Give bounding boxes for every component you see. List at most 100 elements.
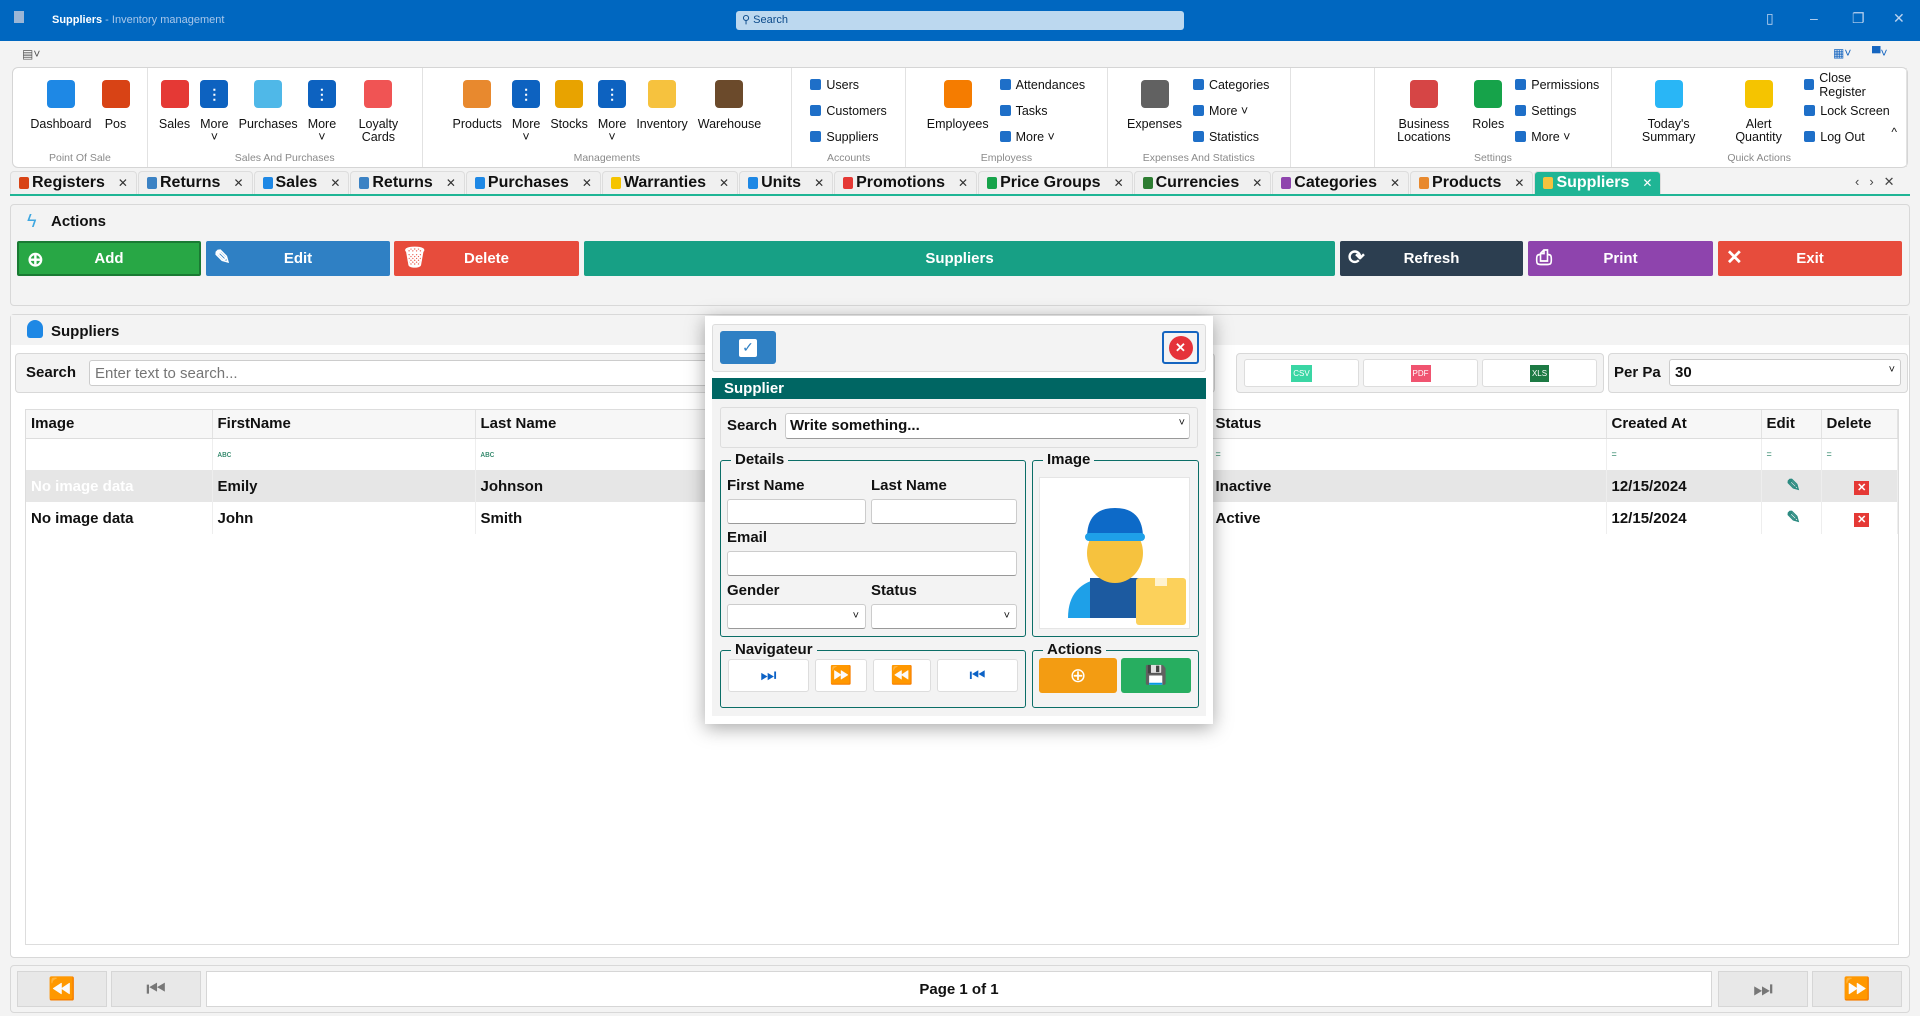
per-page-select[interactable]: 30 ˅ [1669,359,1901,386]
first-record-button[interactable]: ⏮ [937,659,1018,692]
next-page-button[interactable]: ⏭ [1718,971,1808,1007]
ribbon-users-button[interactable]: Users [810,76,886,93]
edit-button[interactable]: ✎ Edit [206,241,390,276]
tab-suppliers[interactable]: Suppliers ✕ [1534,171,1662,194]
tab-promotions[interactable]: Promotions ✕ [834,171,978,194]
confirm-button[interactable]: ✓ [720,331,776,364]
filter-cell[interactable]: = [1821,438,1898,470]
ribbon-stocks-button[interactable]: Stocks [550,76,588,131]
ribbon-customers-button[interactable]: Customers [810,102,887,119]
tab-close-icon[interactable]: ✕ [1642,176,1652,190]
filter-cell[interactable]: ᴀʙc [212,438,476,470]
minimize-button[interactable]: – [1810,10,1818,26]
edit-row-icon[interactable]: ✎ [1761,502,1822,534]
maximize-button[interactable]: ❐ [1852,10,1865,27]
ribbon-more-button[interactable]: More ˅ [999,128,1086,145]
tab-close-icon[interactable]: ✕ [1514,176,1524,190]
ribbon-purchases-button[interactable]: Purchases [239,76,298,131]
ribbon-more-button[interactable]: ⋮ More ˅ [598,76,626,144]
first-name-input[interactable] [727,499,866,524]
tab-registers[interactable]: Registers ✕ [10,171,137,194]
save-button[interactable]: 💾 [1121,658,1191,693]
export-pdf-button[interactable]: PDF [1363,359,1478,387]
tab-units[interactable]: Units ✕ [739,171,834,194]
dialog-search-combobox[interactable]: Write something... ˅ [785,413,1190,439]
last-page-button[interactable]: ⏩ [1812,971,1902,1007]
global-search-input[interactable]: ⚲ Search [736,11,1184,30]
status-select[interactable]: ˅ [871,604,1017,629]
tab-returns[interactable]: Returns ✕ [350,171,465,194]
ribbon-loyalty-cards-button[interactable]: Loyalty Cards [346,76,410,144]
ribbon-more-button[interactable]: ⋮ More ˅ [308,76,336,144]
ribbon-more-button[interactable]: ⋮ More ˅ [512,76,540,144]
tab-price-groups[interactable]: Price Groups ✕ [978,171,1133,194]
delete-button[interactable]: 🗑 Delete [394,241,579,276]
export-excel-button[interactable]: XLS [1482,359,1597,387]
close-window-button[interactable]: ✕ [1893,10,1905,27]
tab-close-icon[interactable]: ✕ [582,176,592,190]
ribbon-employees-button[interactable]: Employees [927,76,989,131]
ribbon-lock-screen-button[interactable]: Lock Screen [1804,102,1894,119]
tab-categories[interactable]: Categories ✕ [1272,171,1410,194]
tab-purchases[interactable]: Purchases ✕ [465,171,601,194]
delete-row-icon[interactable]: ✕ [1821,470,1898,502]
ribbon-tasks-button[interactable]: Tasks [999,102,1086,119]
export-csv-button[interactable]: CSV [1244,359,1359,387]
column-header-image[interactable]: Image [26,410,213,439]
tab-close-icon[interactable]: ✕ [446,176,456,190]
email-input[interactable] [727,551,1017,576]
ribbon-categories-button[interactable]: Categories [1192,76,1269,93]
ribbon-sales-button[interactable]: Sales [159,76,190,131]
ribbon-statistics-button[interactable]: Statistics [1192,128,1269,145]
first-page-button[interactable]: ⏪ [17,971,107,1007]
ribbon-warehouse-button[interactable]: Warehouse [698,76,761,131]
search-input[interactable] [89,360,729,386]
tab-close-icon[interactable]: ✕ [1114,176,1124,190]
add-button[interactable]: ⊕ Add [17,241,201,276]
dialog-close-button[interactable]: ✕ [1162,331,1199,364]
tab-close-icon[interactable]: ✕ [719,176,729,190]
last-name-input[interactable] [871,499,1017,524]
ribbon-more-button[interactable]: More ˅ [1515,128,1599,145]
ribbon-today-s-summary-button[interactable]: Today's Summary [1623,76,1714,144]
ribbon-expenses-button[interactable]: Expenses [1127,76,1182,131]
last-record-button[interactable]: ⏭ [728,659,809,692]
tab-warranties[interactable]: Warranties ✕ [601,171,739,194]
tab-close-icon[interactable]: ✕ [814,176,824,190]
prev-record-button[interactable]: ⏪ [873,659,931,692]
ribbon-business-locations-button[interactable]: Business Locations [1386,76,1463,144]
suppliers-button[interactable]: Suppliers [584,241,1335,276]
refresh-button[interactable]: ⟳ Refresh [1340,241,1523,276]
tab-currencies[interactable]: Currencies ✕ [1133,171,1272,194]
tab-scroll-controls[interactable]: ‹›✕ [1855,174,1905,190]
tab-close-icon[interactable]: ✕ [118,176,128,190]
gender-select[interactable]: ˅ [727,604,866,629]
ribbon-dashboard-button[interactable]: Dashboard [30,76,92,131]
ribbon-alert-quantity-button[interactable]: Alert Quantity [1724,76,1793,144]
edit-row-icon[interactable]: ✎ [1761,470,1822,502]
column-header-created-at[interactable]: Created At [1606,410,1762,439]
filter-cell[interactable]: = [1606,438,1762,470]
tab-close-icon[interactable]: ✕ [233,176,243,190]
ribbon-log-out-button[interactable]: Log Out [1804,128,1894,145]
tab-returns[interactable]: Returns ✕ [137,171,253,194]
ribbon-suppliers-button[interactable]: Suppliers [810,128,886,145]
column-header-edit[interactable]: Edit [1761,410,1822,439]
collapse-ribbon-button[interactable]: ^ [1891,125,1897,139]
column-header-status[interactable]: Status [1210,410,1607,439]
new-record-button[interactable]: ⊕ [1039,658,1117,693]
tab-close-icon[interactable]: ✕ [958,176,968,190]
ribbon-inventory-button[interactable]: Inventory [636,76,688,131]
print-button[interactable]: ⎙ Print [1528,241,1713,276]
filter-cell[interactable]: = [1761,438,1822,470]
ribbon-more-button[interactable]: ⋮ More ˅ [200,76,229,144]
prev-page-button[interactable]: ⏮ [111,971,201,1007]
ribbon-more-button[interactable]: More ˅ [1192,102,1269,119]
ribbon-pos-button[interactable]: Pos [101,76,130,131]
supplier-avatar-image[interactable] [1039,477,1190,629]
ribbon-products-button[interactable]: Products [453,76,502,131]
tab-sales[interactable]: Sales ✕ [253,171,350,194]
tab-products[interactable]: Products ✕ [1410,171,1534,194]
filter-cell[interactable]: = [1210,438,1607,470]
theme-icon[interactable]: ▀˅ [1872,46,1888,60]
